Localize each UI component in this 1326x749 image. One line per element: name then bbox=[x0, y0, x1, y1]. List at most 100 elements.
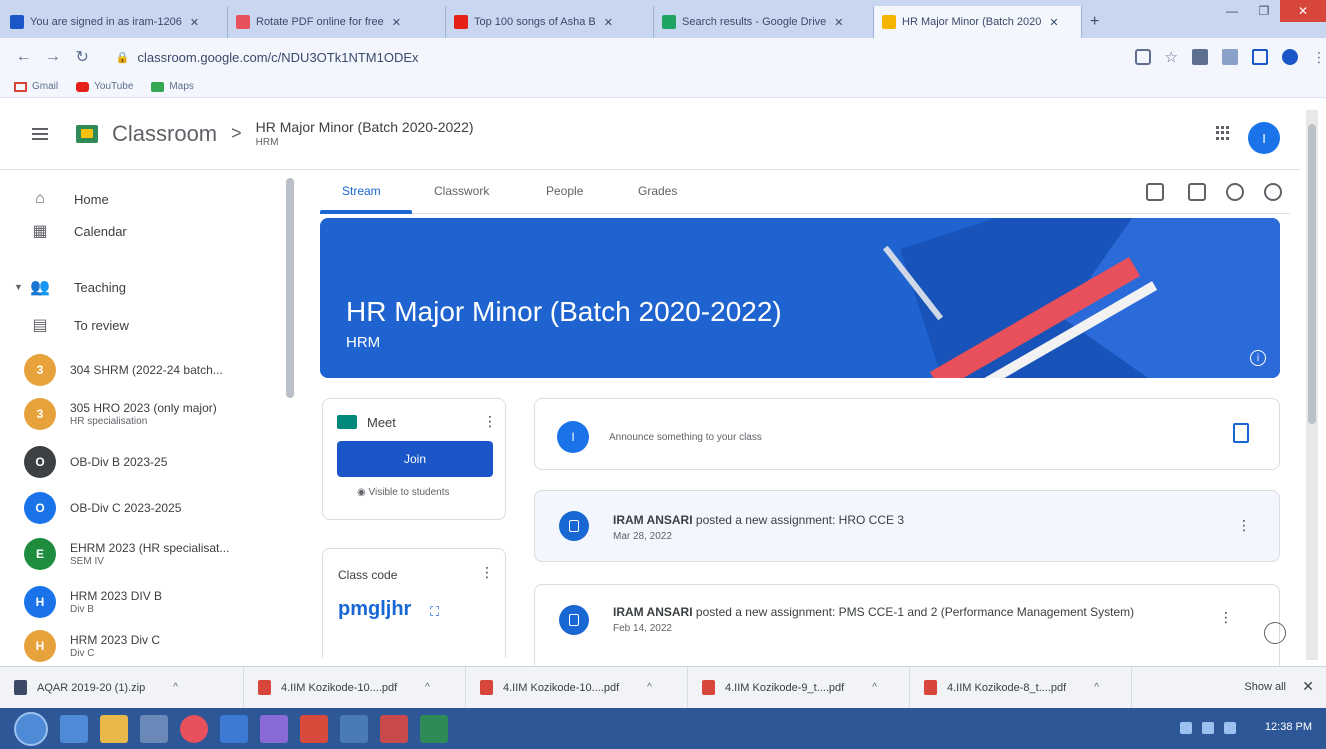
classroom-logo-icon[interactable] bbox=[76, 124, 98, 143]
close-tab-icon[interactable]: ✕ bbox=[190, 16, 199, 29]
explorer-icon[interactable] bbox=[100, 714, 128, 743]
google-meet-icon[interactable] bbox=[1146, 183, 1164, 201]
sidebar-scrollbar[interactable] bbox=[286, 178, 294, 398]
youtube-icon bbox=[76, 81, 90, 92]
more-options-icon[interactable]: ⋮ bbox=[1237, 517, 1251, 534]
lock-icon[interactable]: 🔒 bbox=[116, 51, 130, 64]
app-brand[interactable]: Classroom bbox=[112, 121, 217, 147]
download-item[interactable]: AQAR 2019-20 (1).zip ^ bbox=[0, 666, 244, 709]
maximize-icon[interactable]: ❐ bbox=[1248, 0, 1280, 22]
more-options-icon[interactable]: ⋮ bbox=[480, 564, 494, 581]
start-button[interactable] bbox=[14, 711, 48, 746]
more-options-icon[interactable]: ⋮ bbox=[1219, 609, 1233, 626]
sidebar-course-item[interactable]: 3 305 HRO 2023 (only major) HR specialisa… bbox=[0, 394, 296, 434]
browser-tab[interactable]: You are signed in as iram-1206 ✕ bbox=[2, 6, 228, 38]
forward-icon[interactable]: → bbox=[41, 45, 64, 69]
sidebar-item-home[interactable]: ⌂ Home bbox=[0, 184, 296, 214]
account-avatar[interactable]: I bbox=[1248, 122, 1280, 154]
sidebar-course-item[interactable]: O OB-Div C 2023-2025 bbox=[0, 488, 296, 528]
excel-icon[interactable] bbox=[420, 714, 448, 743]
media-player-icon[interactable] bbox=[140, 714, 168, 743]
bookmark-maps[interactable]: Maps bbox=[151, 81, 194, 92]
join-meet-button[interactable]: Join bbox=[337, 441, 493, 477]
sidebar-item-teaching[interactable]: 👥 Teaching bbox=[0, 272, 296, 302]
chevron-up-icon[interactable]: ^ bbox=[425, 682, 430, 693]
meet-title: Meet bbox=[367, 415, 396, 430]
more-options-icon[interactable]: ⋮ bbox=[483, 413, 497, 430]
bookmark-gmail[interactable]: Gmail bbox=[14, 81, 58, 92]
tab-classwork[interactable]: Classwork bbox=[434, 184, 489, 198]
chevron-up-icon[interactable]: ^ bbox=[647, 682, 652, 693]
ie-icon[interactable] bbox=[60, 714, 88, 743]
bookmark-youtube[interactable]: YouTube bbox=[76, 81, 133, 92]
browser-tab[interactable]: Rotate PDF online for free ✕ bbox=[228, 6, 446, 38]
app-icon[interactable] bbox=[220, 714, 248, 743]
bookmark-star-icon[interactable]: ☆ bbox=[1165, 48, 1178, 66]
minimize-icon[interactable]: — bbox=[1216, 0, 1248, 22]
browser-tab[interactable]: Search results - Google Drive ✕ bbox=[654, 6, 874, 38]
sidebar-panel-icon[interactable] bbox=[1251, 49, 1268, 65]
app-icon[interactable] bbox=[340, 714, 368, 743]
chevron-up-icon[interactable]: ^ bbox=[1094, 682, 1099, 693]
close-tab-icon[interactable]: ✕ bbox=[1049, 16, 1058, 29]
sidebar-course-item[interactable]: H HRM 2023 DIV B Div B bbox=[0, 582, 296, 622]
download-item[interactable]: 4.IIM Kozikode-10....pdf ^ bbox=[244, 666, 466, 709]
tab-stream[interactable]: Stream bbox=[342, 184, 381, 198]
visibility-note[interactable]: ◉ Visible to students bbox=[357, 487, 450, 498]
download-item[interactable]: 4.IIM Kozikode-10....pdf ^ bbox=[466, 666, 688, 709]
tray-icon[interactable] bbox=[1180, 722, 1192, 734]
extension-icon[interactable] bbox=[1191, 49, 1208, 65]
app-icon[interactable] bbox=[260, 714, 288, 743]
drive-folder-icon[interactable] bbox=[1226, 183, 1244, 201]
share-icon[interactable] bbox=[1134, 49, 1151, 65]
url-field[interactable]: 🔒 classroom.google.com/c/NDU3OTk1NTM1ODE… bbox=[108, 43, 1117, 71]
new-tab-button[interactable]: + bbox=[1082, 6, 1112, 38]
browser-menu-icon[interactable]: ⋮ bbox=[1312, 49, 1326, 66]
breadcrumb[interactable]: HR Major Minor (Batch 2020-2022) HRM bbox=[256, 119, 474, 148]
tab-grades[interactable]: Grades bbox=[638, 184, 677, 198]
back-icon[interactable]: ← bbox=[12, 45, 35, 69]
sidebar-course-item[interactable]: 3 304 SHRM (2022-24 batch... bbox=[0, 350, 296, 390]
app-icon[interactable] bbox=[300, 714, 328, 743]
reload-icon[interactable]: ↻ bbox=[71, 45, 94, 69]
close-window-icon[interactable]: ✕ bbox=[1280, 0, 1326, 22]
sidebar-item-to-review[interactable]: ▤ To review bbox=[0, 310, 296, 340]
show-all-button[interactable]: Show all bbox=[1244, 681, 1286, 693]
info-icon[interactable]: i bbox=[1250, 350, 1266, 366]
calendar-icon[interactable] bbox=[1188, 183, 1206, 201]
clock[interactable]: 12:38 PM bbox=[1265, 721, 1312, 733]
extension-icon[interactable] bbox=[1221, 49, 1238, 65]
settings-gear-icon[interactable] bbox=[1264, 183, 1282, 201]
announce-box[interactable]: I Announce something to your class bbox=[534, 398, 1280, 470]
app-icon[interactable] bbox=[380, 714, 408, 743]
close-tab-icon[interactable]: ✕ bbox=[834, 16, 843, 29]
sidebar-course-item[interactable]: E EHRM 2023 (HR specialisat... SEM IV bbox=[0, 534, 296, 574]
sidebar-item-calendar[interactable]: ▦ Calendar bbox=[0, 216, 296, 246]
chevron-up-icon[interactable]: ^ bbox=[872, 682, 877, 693]
network-icon[interactable] bbox=[1202, 722, 1214, 734]
close-downloads-icon[interactable]: ✕ bbox=[1302, 678, 1314, 695]
repost-icon[interactable] bbox=[1233, 423, 1249, 443]
google-apps-icon[interactable] bbox=[1216, 126, 1230, 140]
close-tab-icon[interactable]: ✕ bbox=[392, 16, 401, 29]
sidebar-course-item[interactable]: H HRM 2023 Div C Div C bbox=[0, 626, 296, 666]
chevron-up-icon[interactable]: ^ bbox=[173, 682, 178, 693]
volume-icon[interactable] bbox=[1224, 722, 1236, 734]
browser-tab-active[interactable]: HR Major Minor (Batch 2020 ✕ bbox=[874, 6, 1082, 38]
stream-post[interactable]: IRAM ANSARI posted a new assignment: HRO… bbox=[534, 490, 1280, 562]
profile-avatar[interactable] bbox=[1281, 49, 1298, 65]
browser-tab[interactable]: Top 100 songs of Asha B ✕ bbox=[446, 6, 654, 38]
stream-post[interactable]: IRAM ANSARI posted a new assignment: PMS… bbox=[534, 584, 1280, 666]
tab-favicon-icon bbox=[236, 15, 250, 29]
sidebar-course-item[interactable]: O OB-Div B 2023-25 bbox=[0, 442, 296, 482]
fullscreen-icon[interactable]: ⛶ bbox=[430, 604, 439, 620]
gmail-icon bbox=[14, 81, 27, 92]
main-menu-icon[interactable] bbox=[32, 127, 48, 140]
help-icon[interactable] bbox=[1264, 622, 1286, 644]
close-tab-icon[interactable]: ✕ bbox=[604, 16, 613, 29]
download-item[interactable]: 4.IIM Kozikode-9_t....pdf ^ bbox=[688, 666, 910, 709]
chrome-icon[interactable] bbox=[180, 714, 208, 743]
tab-people[interactable]: People bbox=[546, 184, 583, 198]
page-scrollbar[interactable] bbox=[1306, 110, 1318, 660]
download-item[interactable]: 4.IIM Kozikode-8_t....pdf ^ bbox=[910, 666, 1132, 709]
